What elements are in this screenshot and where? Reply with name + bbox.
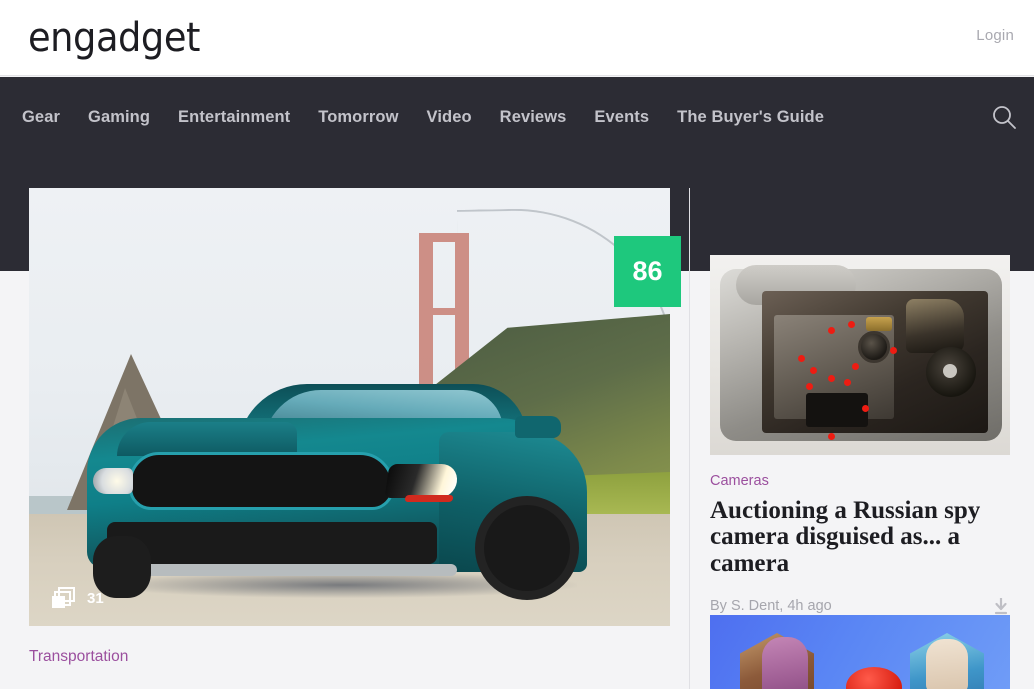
sidebar-article-image[interactable] [710,255,1010,455]
camera-marker-dot [844,379,851,386]
sidebar-article-meta: By S. Dent, 4h ago [710,597,1010,615]
car-headlight-left [93,468,133,494]
car-lower-grille [107,522,437,564]
car-hood [117,422,297,456]
site-header: engadget Login [0,0,1034,76]
engadget-homepage: engadget Login Gear Gaming Entertainment… [0,0,1034,689]
hero-article[interactable]: 31 86 Transportation [29,188,681,666]
camera-marker-dot [848,321,855,328]
sidebar-article-title[interactable]: Auctioning a Russian spy camera disguise… [710,497,1010,577]
car-wheel-right [475,496,579,600]
camera-marker-dot [828,375,835,382]
car-headlight-right [384,464,460,498]
nav-item-reviews[interactable]: Reviews [500,108,567,127]
site-logo[interactable]: engadget [28,16,200,60]
camera-marker-dot [828,433,835,440]
nav-item-events[interactable]: Events [594,108,649,127]
mustang-car [87,356,587,606]
camera-marker-dot [862,405,869,412]
hero-category-link[interactable]: Transportation [29,648,670,666]
nav-item-gear[interactable]: Gear [22,108,60,127]
nav-item-the-buyers-guide[interactable]: The Buyer's Guide [677,108,824,127]
camera-film-spool [926,347,976,397]
camera-dial [858,331,890,363]
bridge-tower-top [419,233,469,242]
main-navigation: Gear Gaming Entertainment Tomorrow Video… [0,77,1034,157]
review-score-value: 86 [632,256,663,286]
car-upper-grille [129,452,394,510]
nav-item-gaming[interactable]: Gaming [88,108,150,127]
car-marker-light [404,495,454,502]
sidebar-category-link[interactable]: Cameras [710,473,1010,489]
hero-image[interactable]: 31 [29,188,670,626]
nav-list: Gear Gaming Entertainment Tomorrow Video… [22,77,824,157]
search-icon[interactable] [990,103,1018,131]
camera-marker-dot [828,327,835,334]
gallery-count-value: 31 [87,589,104,607]
nav-item-tomorrow[interactable]: Tomorrow [318,108,398,127]
nav-item-video[interactable]: Video [427,108,472,127]
camera-marker-dot [890,347,897,354]
login-link[interactable]: Login [976,27,1014,44]
review-score-badge: 86 [614,236,681,307]
camera-brass-fitting [866,317,892,331]
camera-lens-housing [906,299,964,353]
nav-item-entertainment[interactable]: Entertainment [178,108,290,127]
column-divider [689,188,690,689]
save-download-icon[interactable] [992,597,1010,615]
teaser-red-object [846,667,902,689]
sidebar-article-byline: By S. Dent, 4h ago [710,597,832,614]
sidebar-article[interactable]: Cameras Auctioning a Russian spy camera … [710,255,1010,615]
camera-marker-dot [810,367,817,374]
camera-marker-dot [806,383,813,390]
camera-marker-dot [852,363,859,370]
gallery-badge[interactable]: 31 [51,586,104,610]
car-side-mirror [515,416,561,438]
bridge-tower-crossbeam-upper [419,308,469,315]
camera-marker-dot [798,355,805,362]
camera-film-window [806,393,868,427]
gallery-stack-icon [52,587,75,608]
sidebar-teaser-image[interactable] [710,615,1010,689]
teaser-character-portrait-left [762,637,808,689]
teaser-character-portrait-right [926,639,968,689]
car-front-splitter [97,564,457,576]
content-area: 31 86 Transportation Cameras Auctioning … [0,157,1034,689]
